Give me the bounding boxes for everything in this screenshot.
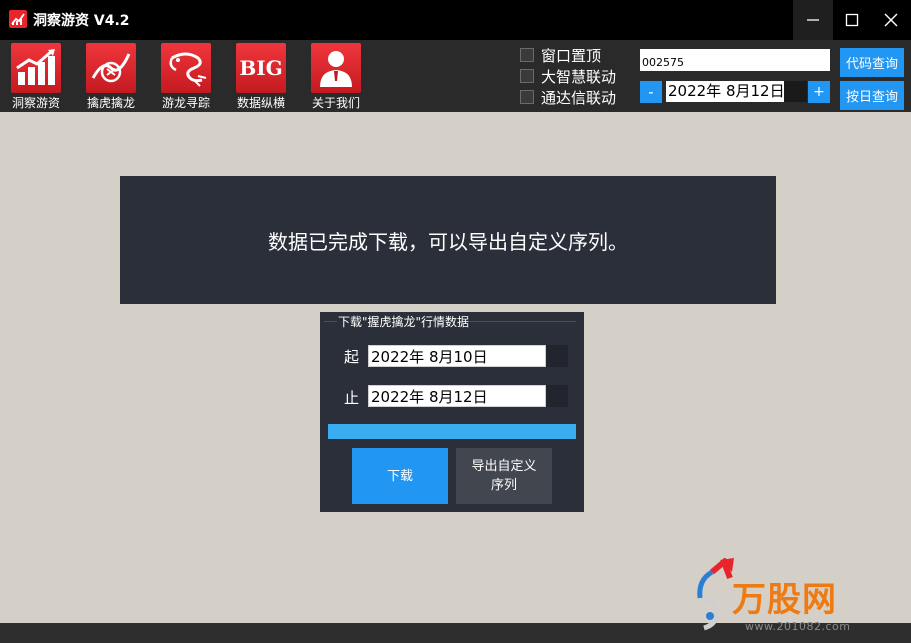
close-button[interactable]: [871, 0, 911, 40]
stock-code-input[interactable]: [640, 49, 830, 71]
window-title: 洞察游资 V4.2: [33, 13, 130, 29]
tool-insight[interactable]: 洞察游资: [6, 43, 66, 110]
tool-tiger[interactable]: 擒虎擒龙: [81, 43, 141, 110]
app-logo-icon: [9, 10, 27, 28]
status-banner: 数据已完成下载，可以导出自定义序列。: [120, 176, 776, 304]
maximize-button[interactable]: [832, 0, 872, 40]
checkbox-box[interactable]: [520, 69, 534, 83]
date-decrement-button[interactable]: -: [640, 81, 662, 103]
download-progress-bar: [328, 424, 576, 439]
tool-label: 数据纵横: [236, 96, 285, 110]
tool-label: 擒虎擒龙: [86, 96, 135, 110]
checkbox-box[interactable]: [520, 48, 534, 62]
dragon-icon: [161, 43, 211, 93]
export-button-line1: 导出自定义: [471, 459, 537, 474]
tiger-trend-icon: [86, 43, 136, 93]
tool-about[interactable]: 关于我们: [306, 43, 366, 110]
panel-legend: 下载"握虎擒龙"行情数据: [337, 313, 471, 330]
person-icon: [311, 43, 361, 93]
checkbox-label: 窗口置顶: [541, 46, 602, 65]
checkbox-box[interactable]: [520, 90, 534, 104]
tool-label: 关于我们: [311, 96, 360, 110]
maximize-icon: [845, 13, 859, 27]
minimize-button[interactable]: [793, 0, 833, 40]
start-date-label: 起: [344, 348, 360, 366]
end-date-field[interactable]: 2022年 8月12日: [368, 385, 546, 407]
download-panel: 下载"握虎擒龙"行情数据 起 2022年 8月10日 止 2022年 8月12日…: [320, 312, 584, 512]
watermark-url: www.201082.com: [745, 620, 851, 633]
end-date-dropdown[interactable]: [546, 385, 568, 407]
checkbox-label: 通达信联动: [541, 88, 617, 107]
end-date-label: 止: [344, 389, 360, 407]
tool-dragon[interactable]: 游龙寻踪: [156, 43, 216, 110]
export-button-line2: 序列: [490, 478, 517, 493]
tool-label: 游龙寻踪: [161, 96, 210, 110]
site-watermark: 万股网 www.201082.com: [690, 558, 910, 640]
title-bar: 洞察游资 V4.2: [0, 0, 911, 40]
export-button-label: 导出自定义 序列: [471, 457, 536, 495]
tool-big-data[interactable]: BIG 数据纵横: [231, 43, 291, 110]
rising-bar-chart-icon: [11, 43, 61, 93]
download-progress-fill: [328, 424, 576, 439]
close-icon: [884, 13, 898, 27]
export-sequence-button[interactable]: 导出自定义 序列: [456, 448, 552, 504]
big-data-icon-text: BIG: [239, 56, 283, 80]
date-increment-button[interactable]: +: [808, 81, 830, 103]
watermark-text: 万股网: [732, 580, 837, 620]
checkbox-tdx-link[interactable]: 通达信联动: [520, 87, 616, 107]
tool-label: 洞察游资: [11, 96, 60, 110]
big-data-icon: BIG: [236, 43, 286, 93]
date-dropdown-area[interactable]: [784, 81, 807, 102]
query-date-field[interactable]: 2022年 8月12日: [666, 81, 785, 102]
start-date-field[interactable]: 2022年 8月10日: [368, 345, 546, 367]
status-message: 数据已完成下载，可以导出自定义序列。: [268, 229, 628, 254]
checkbox-dzh-link[interactable]: 大智慧联动: [520, 66, 616, 86]
checkbox-label: 大智慧联动: [541, 67, 617, 86]
start-date-dropdown[interactable]: [546, 345, 568, 367]
download-button[interactable]: 下载: [352, 448, 448, 504]
checkbox-always-on-top[interactable]: 窗口置顶: [520, 45, 601, 65]
date-query-button[interactable]: 按日查询: [840, 81, 904, 110]
download-button-label: 下载: [386, 468, 413, 484]
code-query-button[interactable]: 代码查询: [840, 48, 904, 77]
minimize-icon: [807, 19, 819, 21]
